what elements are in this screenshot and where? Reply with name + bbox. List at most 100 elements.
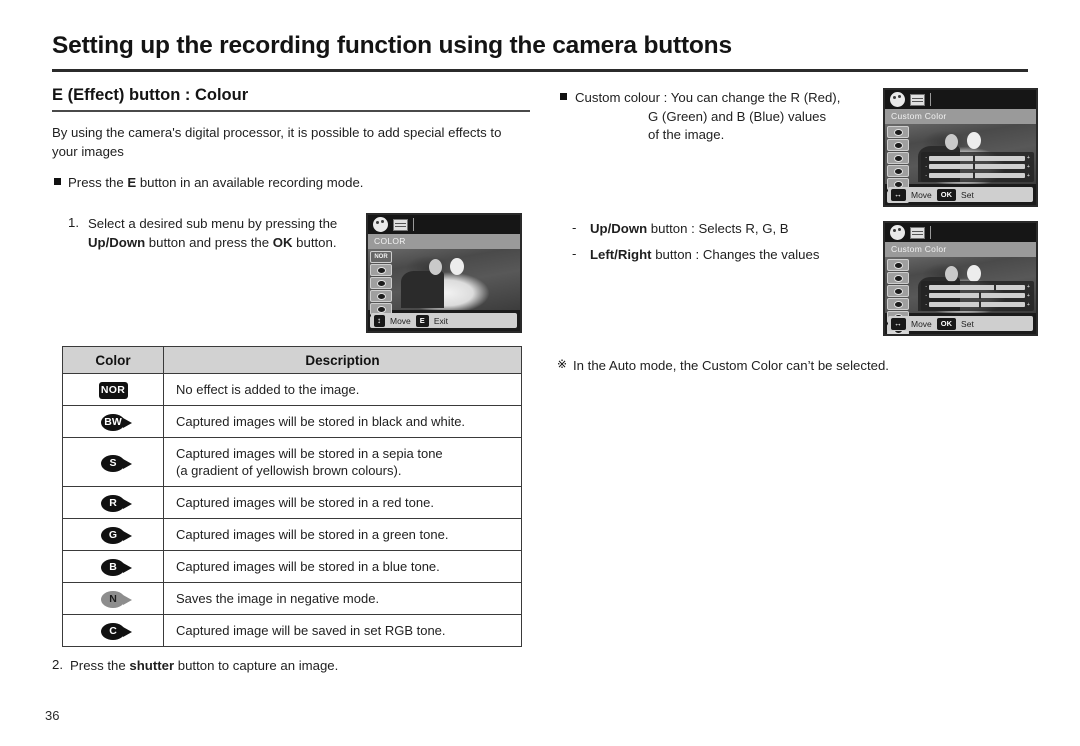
step-2-pre: Press the	[70, 658, 130, 673]
lcd3-photo-head-right	[966, 264, 981, 282]
press-e-instruction: Press the E button in an available recor…	[68, 174, 508, 193]
lcd3-minus-r: -	[925, 284, 928, 291]
lcd-screen-custom-color-2: Custom Color - + - + - + ↔ Move OK Set	[883, 221, 1038, 336]
lcd1-effect-sepia[interactable]	[370, 277, 392, 289]
table-header-row: Color Description	[62, 346, 522, 374]
note-asterisk-icon: ※	[557, 357, 568, 371]
dash-bullet-leftright: -	[572, 246, 577, 261]
lcd1-menu-label: COLOR	[368, 234, 520, 249]
nor-effect-icon: NOR	[98, 382, 128, 399]
lcd3-hint-move: Move	[911, 318, 932, 329]
tab-divider	[930, 93, 931, 106]
lcd2-minus-g: -	[925, 163, 928, 170]
lcd3-track-g[interactable]	[929, 292, 1025, 300]
lcd3-plus-b: +	[1026, 301, 1030, 308]
color-effects-table: Color Description NOR No effect is added…	[62, 346, 522, 647]
step-2-post: button to capture an image.	[174, 658, 339, 673]
lcd2-hint-key: OK	[936, 188, 957, 201]
lcd3-effect-bw[interactable]	[887, 259, 909, 271]
lcd2-effect-sepia[interactable]	[887, 139, 909, 151]
lcd2-rgb-row-g[interactable]: - +	[925, 163, 1030, 171]
lcd2-plus-b: +	[1026, 172, 1030, 179]
step-1-text: Select a desired sub menu by pressing th…	[88, 215, 368, 252]
green-effect-icon: G	[101, 527, 132, 544]
lcd3-track-r[interactable]	[929, 283, 1025, 291]
lcd2-track-r[interactable]	[929, 154, 1025, 162]
lcd3-effect-green[interactable]	[887, 298, 909, 310]
lcd3-effect-red[interactable]	[887, 285, 909, 297]
lcd3-rgb-row-g[interactable]: - +	[925, 292, 1030, 300]
lcd1-effect-red[interactable]	[370, 290, 392, 302]
lcd2-effect-green[interactable]	[887, 165, 909, 177]
table-row: S Captured images will be stored in a se…	[62, 437, 522, 487]
lcd2-rgb-sliders[interactable]: - + - + - +	[921, 152, 1034, 182]
table-row: NOR No effect is added to the image.	[62, 373, 522, 406]
lcd2-track-b[interactable]	[929, 172, 1025, 180]
custom-colour-line-2: G (Green) and B (Blue) values	[648, 108, 827, 124]
lcd2-minus-r: -	[925, 155, 928, 162]
palette-icon	[373, 217, 388, 232]
film-icon	[393, 218, 408, 231]
dash-bullet-updown: -	[572, 220, 577, 235]
step-2-number: 2.	[52, 657, 63, 672]
lcd2-effect-red[interactable]	[887, 152, 909, 164]
updown-arrow-icon: ↕	[374, 314, 385, 327]
leftright-label: Left/Right	[590, 247, 652, 262]
lcd2-track-g[interactable]	[929, 163, 1025, 171]
lcd1-hint-key: E	[415, 314, 429, 327]
film-icon	[910, 226, 925, 239]
lcd2-rgb-row-r[interactable]: - +	[925, 154, 1030, 162]
lcd2-rgb-row-b[interactable]: - +	[925, 172, 1030, 180]
page-number: 36	[45, 708, 60, 723]
lcd1-effect-bw[interactable]	[370, 264, 392, 276]
lcd2-photo-head-left	[945, 133, 959, 150]
effect-icon-cell-bw: BW	[62, 405, 164, 438]
lcd2-effect-bw[interactable]	[887, 126, 909, 138]
lcd3-rgb-row-r[interactable]: - +	[925, 283, 1030, 291]
effect-icon-cell-sepia: S	[62, 437, 164, 487]
intro-line-1: By using the camera's digital processor,…	[52, 125, 502, 140]
step-1-end: button.	[292, 234, 337, 250]
step-1-ok: OK	[272, 234, 293, 250]
step-2-shutter: shutter	[129, 658, 175, 673]
lcd-screen-custom-color-1: Custom Color - + - + - + ↔ Move OK Set	[883, 88, 1038, 207]
film-icon	[910, 93, 925, 106]
lcd1-hint-action: Exit	[433, 315, 448, 326]
tab-divider	[413, 218, 414, 231]
lcd3-plus-g: +	[1026, 292, 1030, 299]
effect-description-nor: No effect is added to the image.	[163, 373, 522, 406]
updown-button-instruction: Up/Down button : Selects R, G, B	[590, 220, 890, 239]
step-1-number: 1.	[68, 215, 79, 230]
effect-description-negative: Saves the image in negative mode.	[163, 582, 522, 615]
effect-icon-cell-blue: B	[62, 550, 164, 583]
effect-description-green: Captured images will be stored in a gree…	[163, 518, 522, 551]
lcd3-minus-b: -	[925, 301, 928, 308]
lcd2-hint-action: Set	[961, 189, 974, 200]
press-e-key: E	[127, 175, 137, 190]
leftright-button-instruction: Left/Right button : Changes the values	[590, 246, 890, 265]
red-effect-icon: R	[101, 495, 132, 512]
auto-mode-note: In the Auto mode, the Custom Color can’t…	[573, 358, 889, 373]
lcd3-hint-action: Set	[961, 318, 974, 329]
lcd3-effect-sepia[interactable]	[887, 272, 909, 284]
blue-effect-icon: B	[101, 559, 132, 576]
section-divider	[52, 110, 530, 112]
lcd3-minus-g: -	[925, 292, 928, 299]
lcd2-photo-head-right	[966, 132, 981, 150]
updown-rest: button : Selects R, G, B	[647, 221, 789, 236]
lcd1-effect-nor[interactable]: NOR	[370, 251, 392, 263]
step-1-mid: button and press the	[145, 234, 273, 250]
lcd3-hint-bar: ↔ Move OK Set	[888, 316, 1033, 331]
lcd1-photo-head-left	[428, 258, 442, 275]
lcd3-plus-r: +	[1026, 284, 1030, 291]
effect-description-bw: Captured images will be stored in black …	[163, 405, 522, 438]
custom-colour-line-3: of the image.	[648, 127, 725, 142]
intro-line-2: your images	[52, 143, 124, 159]
lcd3-rgb-row-b[interactable]: - +	[925, 301, 1030, 309]
lcd3-track-b[interactable]	[929, 301, 1025, 309]
press-e-pre: Press the	[68, 175, 128, 190]
table-row: G Captured images will be stored in a gr…	[62, 518, 522, 551]
intro-paragraph: By using the camera's digital processor,…	[52, 124, 530, 161]
lcd3-rgb-sliders[interactable]: - + - + - +	[921, 281, 1034, 311]
custom-effect-icon: C	[101, 623, 132, 640]
